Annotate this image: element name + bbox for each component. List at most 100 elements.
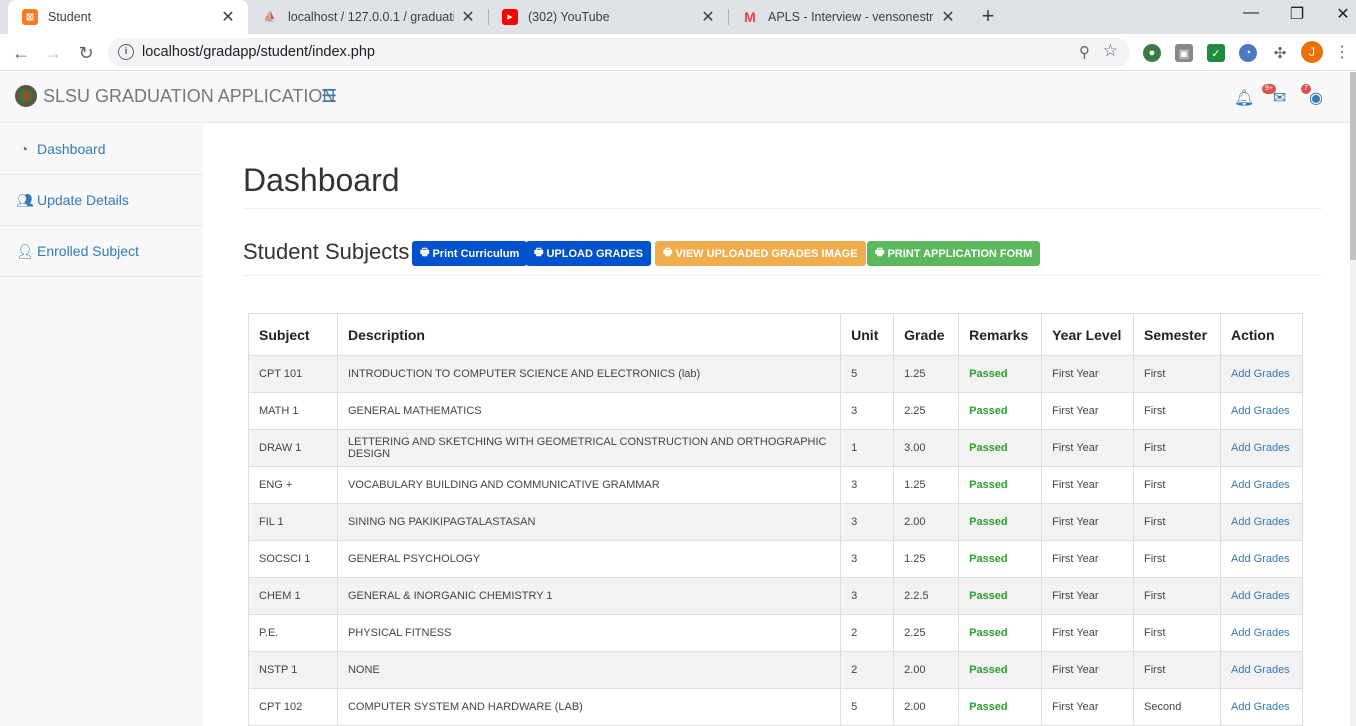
profile-avatar[interactable]: J [1301,41,1323,63]
site-info-icon[interactable]: i [118,44,134,60]
print-application-form-button[interactable]: 🖶︎ PRINT APPLICATION FORM [867,241,1041,266]
zoom-icon[interactable]: ⚲ [1079,43,1090,61]
scrollbar-thumb[interactable] [1350,72,1356,260]
add-grades-link[interactable]: Add Grades [1219,466,1304,504]
remarks-cell: Passed [958,355,1043,393]
sidebar-item-label: Enrolled Subject [37,243,139,259]
remarks-cell: Passed [958,651,1043,689]
user-circle-icon[interactable]: ◉ [1309,88,1323,108]
main-content: Dashboard Student Subjects 🖶︎ Print Curr… [203,124,1350,726]
semester-cell: First [1133,392,1221,430]
xampp-icon: ⊠ [22,9,38,25]
minimize-button[interactable]: — [1236,4,1266,28]
reload-icon[interactable]: ↻ [73,40,99,66]
briefcase-extension-icon[interactable]: ▣ [1175,44,1193,62]
new-tab-button[interactable]: + [976,5,1000,29]
add-grades-link[interactable]: Add Grades [1219,540,1304,578]
add-grades-link[interactable]: Add Grades [1219,503,1304,541]
column-header: Remarks [958,313,1043,356]
unit-cell: 5 [840,688,895,726]
globe-extension-icon[interactable]: ● [1143,44,1161,62]
unit-cell: 3 [840,577,895,615]
unit-cell: 2 [840,614,895,652]
unit-cell: 3 [840,392,895,430]
menu-toggle-icon[interactable]: ☰ [321,86,337,107]
close-tab-icon[interactable]: ✕ [700,7,716,27]
close-tab-icon[interactable]: ✕ [220,7,236,27]
print-icon: 🖶︎ [420,247,430,258]
button-label: Print Curriculum [432,247,520,260]
browser-tab-gmail[interactable]: M APLS - Interview - vensonestrope ✕ [728,0,968,34]
description-cell: NONE [336,651,842,689]
browser-tab-youtube[interactable]: ▶ (302) YouTube ✕ [488,0,728,34]
semester-cell: First [1133,466,1221,504]
brand[interactable]: SLSU GRADUATION APPLICATION [15,85,335,107]
bell-icon[interactable]: 🔔︎ [1234,88,1254,108]
page-scrollbar[interactable] [1350,72,1356,726]
remarks-cell: Passed [958,392,1043,430]
year-level-cell: First Year [1041,466,1134,504]
add-grades-link[interactable]: Add Grades [1219,577,1304,615]
browser-tab-student[interactable]: ⊠ Student ✕ [8,0,248,34]
tachometer-icon: ◔ [19,141,29,157]
sidebar-item-enrolled-subject[interactable]: 👤︎ Enrolled Subject [0,226,203,277]
close-tab-icon[interactable]: ✕ [460,7,476,27]
restore-button[interactable]: ❐ [1282,4,1312,28]
year-level-cell: First Year [1041,577,1134,615]
print-icon: 🖶︎ [663,247,673,258]
grade-cell: 2.2.5 [893,577,960,615]
add-grades-link[interactable]: Add Grades [1219,355,1304,393]
subject-cell: P.E. [248,614,338,652]
close-tab-icon[interactable]: ✕ [940,7,956,27]
unit-cell: 3 [840,466,895,504]
divider [243,275,1322,276]
sidebar: ◔ Dashboard 👥︎ Update Details 👤︎ Enrolle… [0,124,203,726]
grade-cell: 2.00 [893,688,960,726]
forward-icon[interactable]: → [40,40,66,66]
subject-cell: FIL 1 [248,503,338,541]
description-cell: GENERAL PSYCHOLOGY [336,540,842,578]
tab-title: Student [48,10,92,24]
puzzle-extensions-icon[interactable]: ✣ [1271,44,1289,62]
remarks-cell: Passed [958,614,1043,652]
description-cell: COMPUTER SYSTEM AND HARDWARE (LAB) [336,688,842,726]
year-level-cell: First Year [1041,503,1134,541]
grade-cell: 3.00 [893,429,960,467]
add-grades-link[interactable]: Add Grades [1219,614,1304,652]
youtube-icon: ▶ [502,9,518,25]
add-grades-link[interactable]: Add Grades [1219,688,1304,726]
add-grades-link[interactable]: Add Grades [1219,651,1304,689]
column-header: Grade [893,313,960,356]
semester-cell: First [1133,577,1221,615]
sidebar-item-update-details[interactable]: 👥︎ Update Details [0,175,203,226]
shield-extension-icon[interactable]: ✓ [1207,44,1225,62]
sidebar-item-dashboard[interactable]: ◔ Dashboard [0,124,203,175]
back-icon[interactable]: ← [8,40,34,66]
sidebar-item-label: Update Details [37,192,129,208]
description-cell: GENERAL MATHEMATICS [336,392,842,430]
browser-menu-icon[interactable]: ⋮ [1334,42,1350,62]
semester-cell: First [1133,614,1221,652]
browser-tab-phpmyadmin[interactable]: ⛵ localhost / 127.0.0.1 / graduation ✕ [248,0,488,34]
users-icon: 👥︎ [16,191,34,208]
column-header: Year Level [1041,313,1134,356]
print-curriculum-button[interactable]: 🖶︎ Print Curriculum [412,241,528,266]
compass-extension-icon[interactable]: ◔ [1239,44,1257,62]
remarks-cell: Passed [958,577,1043,615]
url-text[interactable]: localhost/gradapp/student/index.php [142,44,375,60]
grade-cell: 2.00 [893,503,960,541]
description-cell: INTRODUCTION TO COMPUTER SCIENCE AND ELE… [336,355,842,393]
semester-cell: First [1133,651,1221,689]
grade-cell: 1.25 [893,355,960,393]
year-level-cell: First Year [1041,688,1134,726]
close-window-button[interactable]: ✕ [1328,4,1356,28]
remarks-cell: Passed [958,688,1043,726]
unit-cell: 2 [840,651,895,689]
button-label: PRINT APPLICATION FORM [887,247,1033,260]
view-uploaded-grades-image-button[interactable]: 🖶︎ VIEW UPLOADED GRADES IMAGE [655,241,866,266]
upload-grades-button[interactable]: 🖶︎ UPLOAD GRADES [526,241,652,266]
add-grades-link[interactable]: Add Grades [1219,429,1304,467]
address-bar[interactable]: i localhost/gradapp/student/index.php ⚲ … [108,38,1130,67]
add-grades-link[interactable]: Add Grades [1219,392,1304,430]
bookmark-star-icon[interactable]: ☆ [1103,41,1118,61]
